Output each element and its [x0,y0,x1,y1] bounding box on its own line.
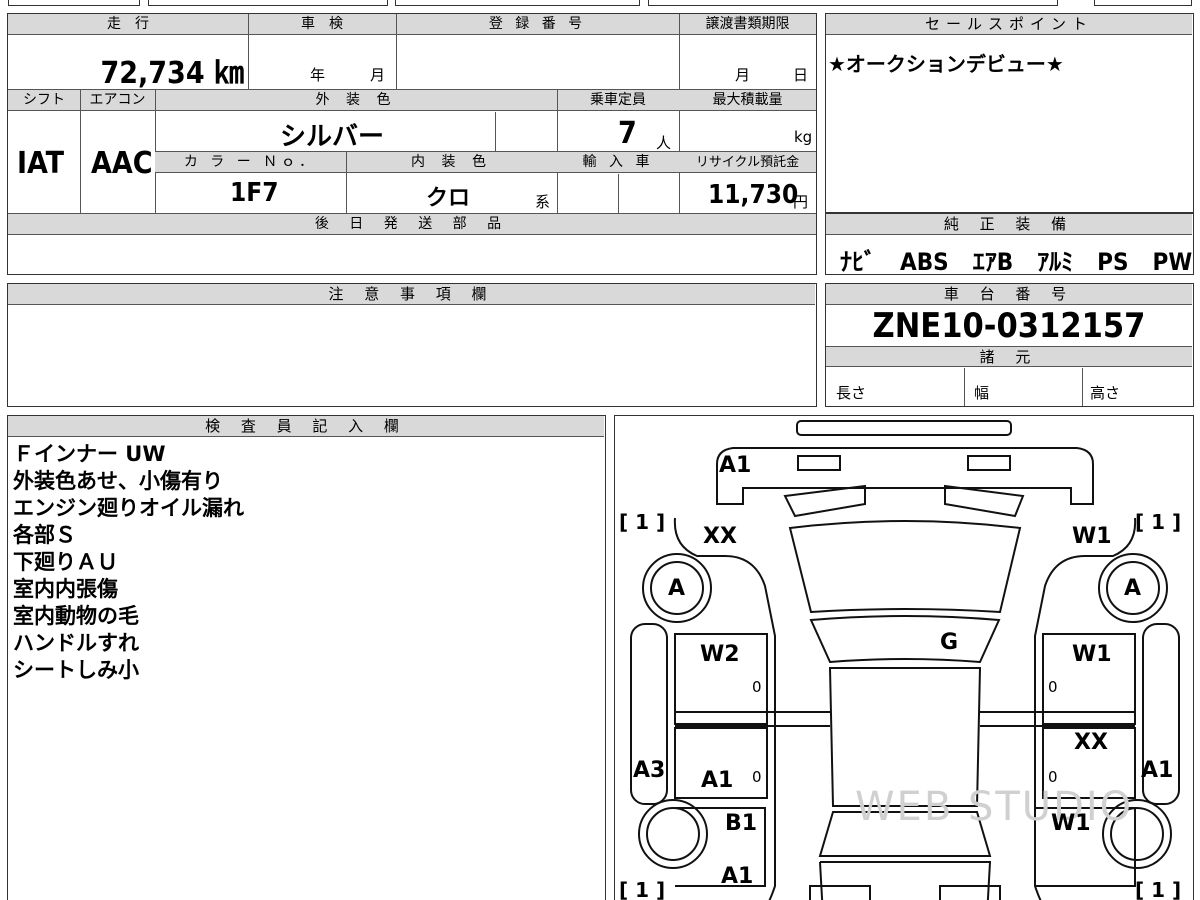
aircon-value: AAC [91,146,153,181]
label-zero: 0 [752,678,762,696]
interior-color-suffix: 系 [535,193,551,211]
label-right-wheel-front: A [1124,576,1142,601]
recycle-fee-unit: 円 [793,193,809,211]
inspector-line: シートしみ小 [13,658,139,682]
import-header: 輸 入 車 [557,152,679,173]
car-diagram-box: WEB STUDIO A1 XX W1 A A G W2 W1 0 0 XX A… [614,415,1194,900]
label-front-right-fender: W1 [1072,524,1112,549]
label-right-rear-fender: W1 [1051,811,1091,836]
capacity-header: 乗車定員 [557,90,679,111]
label-left-rear-fender: B1 [725,811,758,836]
inspector-line: 室内内張傷 [13,577,118,601]
inspector-lines: Ｆインナー UW 外装色あせ、小傷有り エンジン廻りオイル漏れ 各部Ｓ 下廻りＡ… [13,441,244,684]
top-strip [0,0,1200,8]
mileage-header: 走 行 [8,14,248,35]
capacity-value: 7 [618,116,637,151]
label-zero: 0 [1048,768,1058,786]
tire-mark-front-right: [ 1 ] [1135,510,1182,534]
label-zero: 0 [752,768,762,786]
inspection-month-unit: 月 [370,66,386,84]
chassis-header: 車 台 番 号 [826,284,1192,305]
color-no-header: カ ラ ー Ｎｏ． [155,152,346,173]
label-right-rear-door: XX [1074,730,1108,755]
chassis-box: 車 台 番 号 ZNE10-0312157 諸 元 長さ 幅 高さ [825,283,1194,407]
sales-point-box: セールスポイント ★オークションデビュー★ [825,13,1194,213]
deadline-header: 譲渡書類期限 [679,14,816,35]
sales-point-text: ★オークションデビュー★ [828,52,1064,76]
label-left-front-door: W2 [700,642,740,667]
inspection-header: 車 検 [248,14,396,35]
tire-mark-front-left: [ 1 ] [619,510,666,534]
capacity-unit: 人 [656,134,672,152]
specs-header: 諸 元 [826,346,1192,367]
recycle-header: リサイクル預託金 [679,152,816,173]
label-left-rocker: A3 [633,758,666,783]
label-left-wheel-front: A [668,576,686,601]
chassis-number: ZNE10-0312157 [872,306,1146,346]
label-zero: 0 [1048,678,1058,696]
diagram-watermark: WEB STUDIO [855,784,1134,830]
inspector-line: 外装色あせ、小傷有り [13,469,223,493]
label-front-bumper: A1 [719,453,752,478]
aircon-header: エアコン [80,90,155,111]
label-right-front-door: W1 [1072,642,1112,667]
standard-equipment-items: ﾅﾋﾞ ABS ｴｱB ｱﾙﾐ PS PW [840,248,1193,276]
later-parts-header: 後 日 発 送 部 品 [8,214,816,235]
vehicle-info-table: 走 行 車 検 登 録 番 号 譲渡書類期限 72,734 ㎞ 年 月 月 日 … [7,13,817,275]
inspector-header: 検 査 員 記 入 欄 [8,416,604,437]
tire-mark-rear-left: [ 1 ] [619,878,666,900]
inspector-line: 室内動物の毛 [13,604,139,628]
label-right-rocker: A1 [1141,758,1174,783]
interior-color-value: クロ [426,186,471,211]
label-rear: A1 [721,864,754,889]
label-roof: G [940,630,959,655]
spec-length: 長さ [836,384,867,402]
inspector-line: 各部Ｓ [13,523,76,547]
notes-header: 注 意 事 項 欄 [8,284,815,305]
color-no-value: 1F7 [230,178,279,208]
mileage-value: 72,734 ㎞ [100,56,244,91]
exterior-color-value: シルバー [280,122,385,152]
inspector-box: 検 査 員 記 入 欄 Ｆインナー UW 外装色あせ、小傷有り エンジン廻りオイ… [7,415,606,900]
registration-header: 登 録 番 号 [396,14,679,35]
label-left-rear-door: A1 [701,768,734,793]
tire-mark-rear-right: [ 1 ] [1135,878,1182,900]
exterior-color-header: 外 装 色 [155,90,557,111]
standard-equipment-header: 純 正 装 備 [826,214,1192,235]
deadline-month-unit: 月 [735,66,751,84]
spec-height: 高さ [1090,384,1121,402]
sales-point-header: セールスポイント [826,14,1192,35]
inspector-line: Ｆインナー UW [13,442,166,466]
max-load-unit: kg [794,128,813,146]
shift-value: IAT [17,146,65,181]
notes-box: 注 意 事 項 欄 [7,283,817,407]
recycle-fee-value: 11,730 [708,180,799,210]
shift-header: シフト [8,90,80,111]
inspector-line: 下廻りＡＵ [13,550,118,574]
standard-equipment-box: 純 正 装 備 ﾅﾋﾞ ABS ｴｱB ｱﾙﾐ PS PW [825,213,1194,276]
inspector-line: ハンドルすれ [13,631,139,655]
inspection-year-unit: 年 [310,66,326,84]
label-hood: XX [703,524,737,549]
inspector-line: エンジン廻りオイル漏れ [13,496,244,520]
spec-width: 幅 [974,384,990,402]
interior-color-header: 内 装 色 [346,152,557,173]
deadline-day-unit: 日 [793,66,809,84]
max-load-header: 最大積載量 [679,90,816,111]
